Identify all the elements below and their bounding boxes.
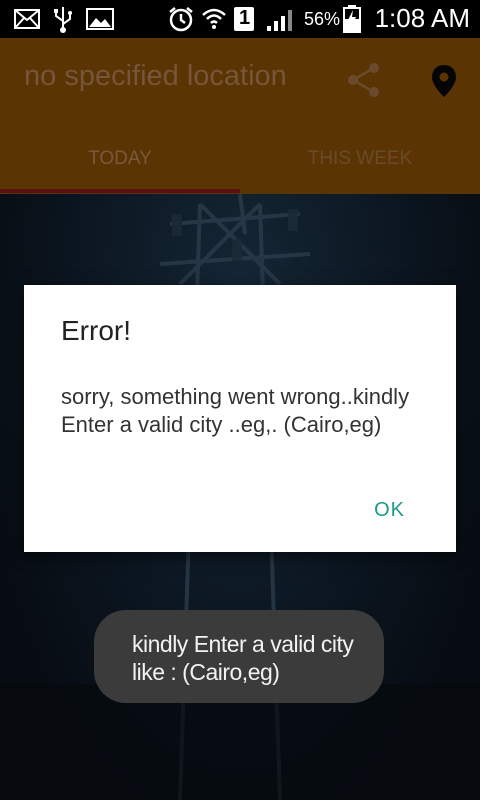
signal-icon [267, 10, 292, 31]
clock: 1:08 AM [374, 3, 470, 33]
usb-icon [54, 7, 72, 33]
toast-message: kindly Enter a valid city like : (Cairo,… [132, 631, 354, 685]
ok-button[interactable]: OK [374, 499, 405, 522]
error-dialog: Error! sorry, something went wrong..kind… [24, 285, 456, 552]
sim-icon: 1 [234, 7, 254, 31]
share-icon[interactable] [344, 60, 384, 100]
dialog-message: sorry, something went wrong..kindly Ente… [61, 384, 410, 437]
alarm-icon [169, 7, 193, 32]
tab-this-week[interactable]: THIS WEEK [240, 138, 480, 194]
battery-icon [343, 5, 361, 33]
dialog-title: Error! [61, 315, 131, 346]
mail-icon [14, 9, 40, 29]
sim-slot-number: 1 [239, 7, 251, 29]
location-pin-icon[interactable] [430, 64, 458, 98]
status-bar: 1 56% 1:08 AM [0, 0, 480, 38]
tab-indicator [0, 189, 240, 193]
location-title: no specified location [24, 60, 287, 92]
battery-percent: 56% [304, 9, 341, 29]
image-icon [86, 8, 114, 30]
wifi-icon [202, 8, 226, 29]
toast: kindly Enter a valid city like : (Cairo,… [94, 610, 384, 703]
tab-today[interactable]: TODAY [0, 138, 240, 194]
app-bar: no specified location TODAY THIS WEEK [0, 38, 480, 194]
